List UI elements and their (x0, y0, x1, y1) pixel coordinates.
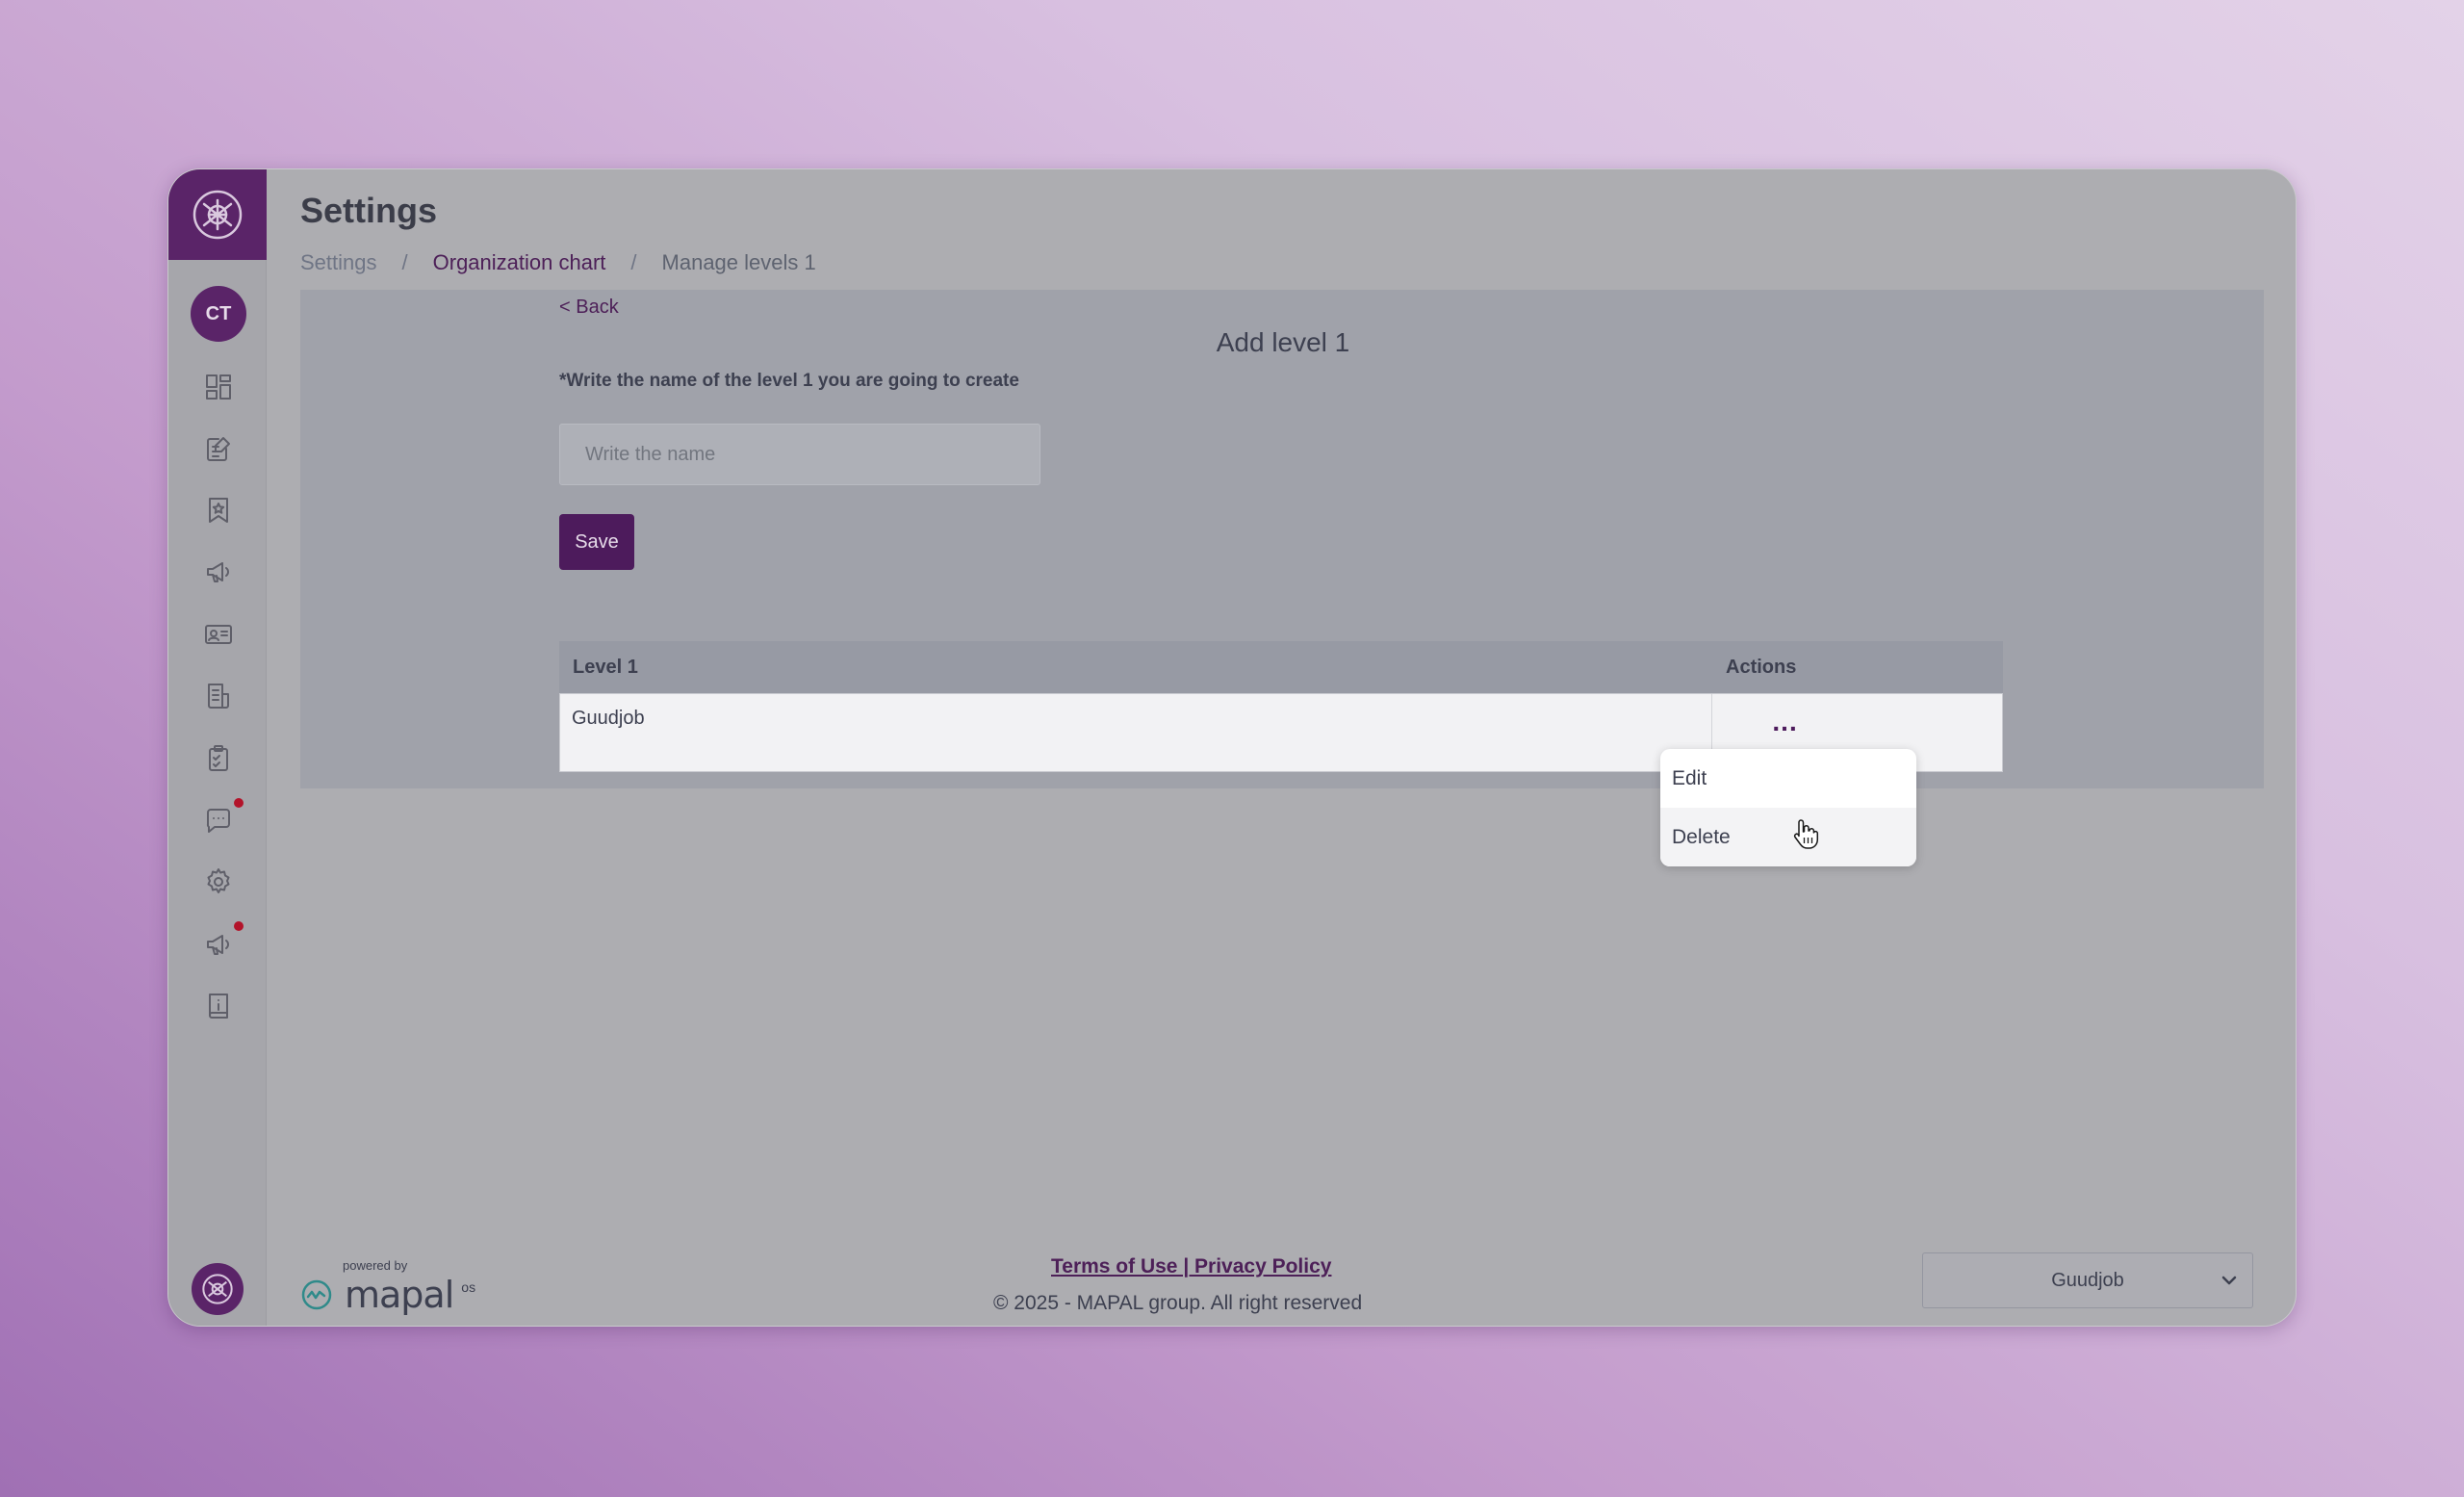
column-header-actions: Actions (1726, 656, 1797, 678)
mapal-wave-icon (301, 1279, 332, 1310)
breadcrumb-organization-chart[interactable]: Organization chart (433, 250, 606, 275)
organization-select-value: Guudjob (2051, 1269, 2124, 1291)
save-button[interactable]: Save (559, 514, 634, 570)
mapal-os-suffix: os (461, 1279, 476, 1295)
chat-notification-badge (234, 798, 244, 808)
menu-item-edit[interactable]: Edit (1660, 749, 1916, 808)
mapal-os-icon (202, 1274, 233, 1304)
announcement-notification-badge (234, 921, 244, 931)
mapal-os-button[interactable] (192, 1263, 244, 1315)
bookmark-star-icon (209, 498, 228, 523)
mapal-brand-text: mapal (345, 1274, 454, 1316)
sidebar-item-tasks[interactable] (201, 741, 236, 776)
app-logo[interactable] (168, 169, 267, 260)
mapal-logo-icon (192, 190, 243, 240)
id-card-icon (205, 625, 232, 644)
back-link[interactable]: < Back (559, 297, 619, 319)
gear-icon (207, 868, 230, 893)
level-name-cell: Guudjob (560, 694, 1713, 771)
level-name-input[interactable] (559, 424, 1040, 485)
edit-document-icon (207, 437, 230, 461)
actions-menu: Edit Delete (1660, 749, 1916, 866)
powered-by-mapal: powered by mapal os (300, 1258, 476, 1316)
sidebar-item-forms[interactable] (201, 431, 236, 466)
name-field-label: *Write the name of the level 1 you are g… (559, 371, 1019, 391)
sidebar-item-recognition[interactable] (201, 493, 236, 528)
hand-cursor-icon (1793, 819, 1819, 849)
chevron-down-icon (2221, 1276, 2237, 1285)
copyright-text: © 2025 - MAPAL group. All right reserved (993, 1292, 1363, 1314)
breadcrumb-settings[interactable]: Settings (300, 250, 377, 275)
organization-select[interactable]: Guudjob (1922, 1252, 2253, 1308)
sidebar-item-announcements[interactable] (201, 927, 236, 962)
sidebar-item-chat[interactable] (201, 803, 236, 838)
form-title: Add level 1 (1216, 327, 1350, 357)
sidebar-item-info[interactable] (201, 989, 236, 1023)
breadcrumb-separator: / (401, 250, 408, 274)
breadcrumb-separator: / (630, 250, 637, 274)
megaphone-icon (207, 562, 229, 582)
table-header: Level 1 Actions (559, 641, 2003, 693)
clipboard-check-icon (209, 745, 228, 771)
info-book-icon (209, 994, 228, 1019)
screen-frame: CT Settings Settings / Organization char… (0, 0, 2464, 1497)
dashboard-icon (206, 374, 231, 400)
page-title: Settings (300, 191, 438, 230)
sidebar-item-employees[interactable] (201, 617, 236, 652)
menu-item-delete[interactable]: Delete (1660, 808, 1916, 866)
powered-by-text: powered by (343, 1258, 408, 1273)
app-window: CT Settings Settings / Organization char… (167, 168, 2297, 1327)
sidebar-item-communications[interactable] (201, 555, 236, 589)
sidebar-item-dashboard[interactable] (201, 370, 236, 404)
breadcrumb: Settings / Organization chart / Manage l… (300, 250, 816, 275)
breadcrumb-manage-levels: Manage levels 1 (661, 250, 816, 274)
chat-icon (206, 809, 230, 833)
terms-privacy-links[interactable]: Terms of Use | Privacy Policy (1051, 1255, 1331, 1278)
announcement-icon (207, 935, 229, 955)
sidebar-item-settings[interactable] (201, 865, 236, 899)
sidebar-item-documents[interactable] (201, 679, 236, 713)
more-actions-icon[interactable]: ... (1772, 709, 1797, 736)
document-icon (208, 684, 229, 709)
column-header-level: Level 1 (573, 656, 638, 678)
avatar-initials: CT (205, 302, 232, 324)
